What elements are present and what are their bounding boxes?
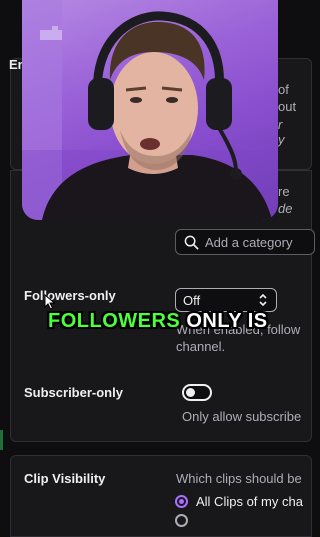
text-fragment: out [278,99,297,114]
video-caption: FOLLOWERS ONLY IS [48,310,268,333]
followers-only-description-cont: channel. [176,339,226,354]
clip-all-radio-label: All Clips of my cha [196,494,303,509]
subscriber-only-toggle[interactable] [182,384,212,401]
streamer-video-frame [22,0,278,220]
text-fragment: of [278,82,289,97]
caption-highlight: FOLLOWERS [48,310,181,332]
text-fragment: de [278,201,293,216]
text-fragment: re [278,184,290,199]
category-search-input[interactable]: Add a category [175,229,315,255]
webcam-overlay [22,0,278,220]
caption-rest: ONLY IS [180,310,268,332]
subscriber-only-description: Only allow subscribe [182,409,302,424]
clip-visibility-label: Clip Visibility [24,471,106,486]
text-fragment: r y [278,117,285,147]
mouse-cursor-icon [44,294,56,310]
chevron-updown-icon [259,293,267,307]
side-accent-strip [0,430,3,450]
clip-all-radio[interactable] [175,495,188,508]
followers-only-select[interactable]: Off [175,288,277,312]
followers-only-label: Followers-only [24,288,116,303]
subscriber-only-label: Subscriber-only [24,385,123,400]
search-icon [184,235,199,249]
clip-option-radio[interactable] [175,514,188,527]
category-search-placeholder: Add a category [205,234,293,250]
clip-visibility-description: Which clips should be [176,471,302,486]
followers-only-value: Off [183,293,201,308]
toggle-knob [186,388,195,397]
